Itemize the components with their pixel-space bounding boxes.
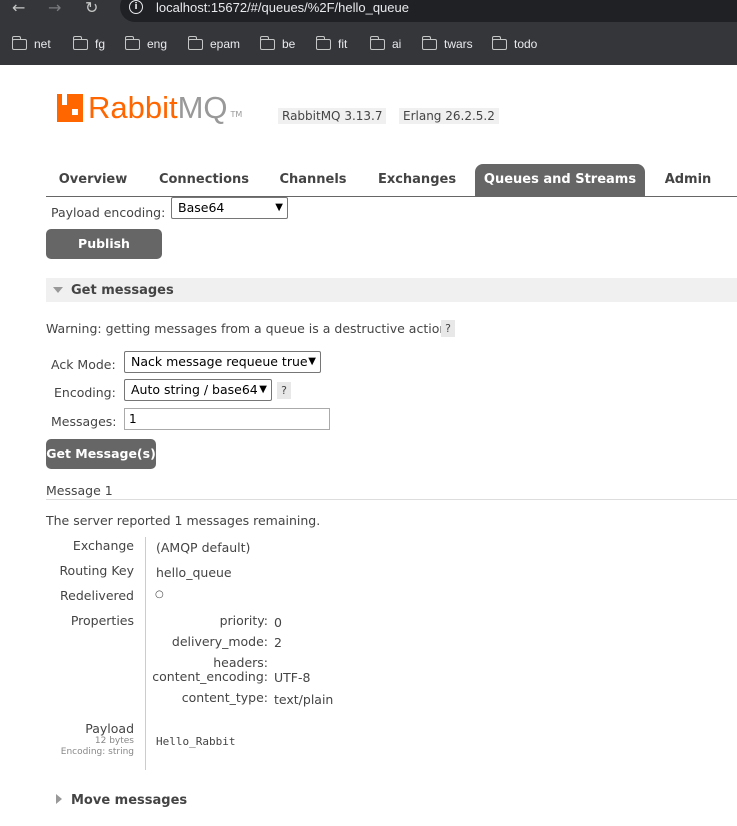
url-text[interactable]: localhost:15672/#/queues/%2F/hello_queue xyxy=(156,0,409,15)
chevron-down-icon: ▼ xyxy=(275,202,283,213)
rabbitmq-version: RabbitMQ 3.13.7 xyxy=(278,108,387,124)
folder-icon xyxy=(491,35,507,50)
ack-mode-select[interactable]: Nack message requeue true ▼ xyxy=(124,351,321,373)
tab-exchanges[interactable]: Exchanges xyxy=(368,164,466,196)
logo-text-mq: MQ xyxy=(177,90,228,125)
messages-label: Messages: xyxy=(51,414,117,429)
bookmark-label: fit xyxy=(338,37,348,51)
forward-arrow-icon[interactable]: → xyxy=(48,0,61,16)
folder-icon xyxy=(259,35,275,50)
chevron-down-icon: ▼ xyxy=(259,384,267,395)
payload-encoding-info: Encoding: string xyxy=(60,747,134,757)
payload-encoding-label: Payload encoding: xyxy=(51,205,166,220)
tab-admin[interactable]: Admin xyxy=(654,164,722,196)
destructive-warning: Warning: getting messages from a queue i… xyxy=(46,321,452,336)
bookmark-label: todo xyxy=(514,37,538,51)
move-messages-section-header[interactable]: Move messages xyxy=(46,789,737,811)
content-type-value: text/plain xyxy=(274,692,334,707)
redelivered-indicator-icon: ○ xyxy=(155,589,164,600)
rabbit-logo-icon xyxy=(57,94,83,122)
logo-text-rabbit: Rabbit xyxy=(88,90,178,125)
priority-label: priority: xyxy=(219,613,268,628)
folder-icon xyxy=(315,35,331,50)
bookmark-label: fg xyxy=(95,37,106,51)
bookmark-label: epam xyxy=(210,37,241,51)
bookmark-eng[interactable]: eng xyxy=(124,35,168,52)
payload-value: Hello_Rabbit xyxy=(156,735,236,748)
message-title: Message 1 xyxy=(46,483,113,498)
select-value: Nack message requeue true xyxy=(131,354,308,369)
site-info-icon[interactable]: i xyxy=(129,0,143,14)
main-tabs: Overview Connections Channels Exchanges … xyxy=(46,164,737,197)
bookmark-label: ai xyxy=(392,37,402,51)
bookmarks-bar: net fg eng epam be fit ai twars todo xyxy=(0,32,737,56)
folder-icon xyxy=(124,35,140,50)
bookmark-label: be xyxy=(282,37,296,51)
bookmark-twars[interactable]: twars xyxy=(421,35,473,52)
details-divider xyxy=(145,537,146,770)
exchange-label: Exchange xyxy=(72,538,134,553)
bookmark-ai[interactable]: ai xyxy=(369,35,402,52)
bookmark-label: twars xyxy=(444,37,473,51)
encoding-select[interactable]: Auto string / base64 ▼ xyxy=(124,379,272,401)
routing-key-value: hello_queue xyxy=(156,565,232,580)
triangle-down-icon xyxy=(53,287,63,293)
select-value: Base64 xyxy=(178,200,225,215)
content-type-label: content_type: xyxy=(181,690,268,705)
payload-label: Payload xyxy=(85,721,134,736)
tab-queues-and-streams[interactable]: Queues and Streams xyxy=(475,164,645,196)
payload-size: 12 bytes xyxy=(94,736,134,746)
bookmark-net[interactable]: net xyxy=(11,35,51,52)
tab-overview[interactable]: Overview xyxy=(46,164,140,196)
folder-icon xyxy=(72,35,88,50)
divider xyxy=(46,499,737,500)
routing-key-label: Routing Key xyxy=(59,563,134,578)
folder-icon xyxy=(11,35,27,50)
payload-encoding-select[interactable]: Base64 ▼ xyxy=(171,197,288,219)
browser-chrome: ← → ↻ i localhost:15672/#/queues/%2F/hel… xyxy=(0,0,737,65)
encoding-label: Encoding: xyxy=(54,385,116,400)
bookmark-epam[interactable]: epam xyxy=(187,35,241,52)
get-messages-title: Get messages xyxy=(71,283,174,298)
bookmark-fit[interactable]: fit xyxy=(315,35,348,52)
rabbitmq-logo[interactable]: Rabbit MQ TM xyxy=(57,90,243,125)
exchange-value: (AMQP default) xyxy=(156,540,251,555)
folder-icon xyxy=(369,35,385,50)
get-messages-button[interactable]: Get Message(s) xyxy=(46,439,156,469)
content-encoding-label: content_encoding: xyxy=(152,669,268,684)
select-value: Auto string / base64 xyxy=(131,382,258,397)
messages-count-input[interactable]: 1 xyxy=(124,408,330,430)
chevron-down-icon: ▼ xyxy=(308,356,316,367)
help-icon[interactable]: ? xyxy=(441,320,455,337)
reload-icon[interactable]: ↻ xyxy=(85,0,98,16)
bookmark-label: net xyxy=(34,37,51,51)
tab-connections[interactable]: Connections xyxy=(150,164,258,196)
move-messages-title: Move messages xyxy=(71,793,188,808)
bookmark-be[interactable]: be xyxy=(259,35,296,52)
erlang-version: Erlang 26.2.5.2 xyxy=(399,108,499,124)
get-messages-section-header[interactable]: Get messages xyxy=(46,278,737,302)
tab-channels[interactable]: Channels xyxy=(268,164,358,196)
ack-mode-label: Ack Mode: xyxy=(51,357,116,372)
properties-label: Properties xyxy=(70,613,134,628)
redelivered-label: Redelivered xyxy=(60,588,134,603)
headers-label: headers: xyxy=(213,655,268,670)
folder-icon xyxy=(187,35,203,50)
bookmark-todo[interactable]: todo xyxy=(491,35,538,52)
bookmark-fg[interactable]: fg xyxy=(72,35,106,52)
bookmark-label: eng xyxy=(147,37,168,51)
triangle-right-icon xyxy=(56,794,62,804)
messages-remaining-text: The server reported 1 messages remaining… xyxy=(46,513,321,528)
delivery-mode-value: 2 xyxy=(274,635,282,650)
help-icon[interactable]: ? xyxy=(277,382,291,399)
content-encoding-value: UTF-8 xyxy=(274,670,311,685)
logo-trademark: TM xyxy=(230,110,243,119)
delivery-mode-label: delivery_mode: xyxy=(171,634,268,649)
priority-value: 0 xyxy=(274,615,282,630)
back-arrow-icon[interactable]: ← xyxy=(12,0,25,16)
folder-icon xyxy=(421,35,437,50)
publish-message-button[interactable]: Publish message xyxy=(46,229,162,281)
browser-toolbar: ← → ↻ i localhost:15672/#/queues/%2F/hel… xyxy=(0,0,737,22)
